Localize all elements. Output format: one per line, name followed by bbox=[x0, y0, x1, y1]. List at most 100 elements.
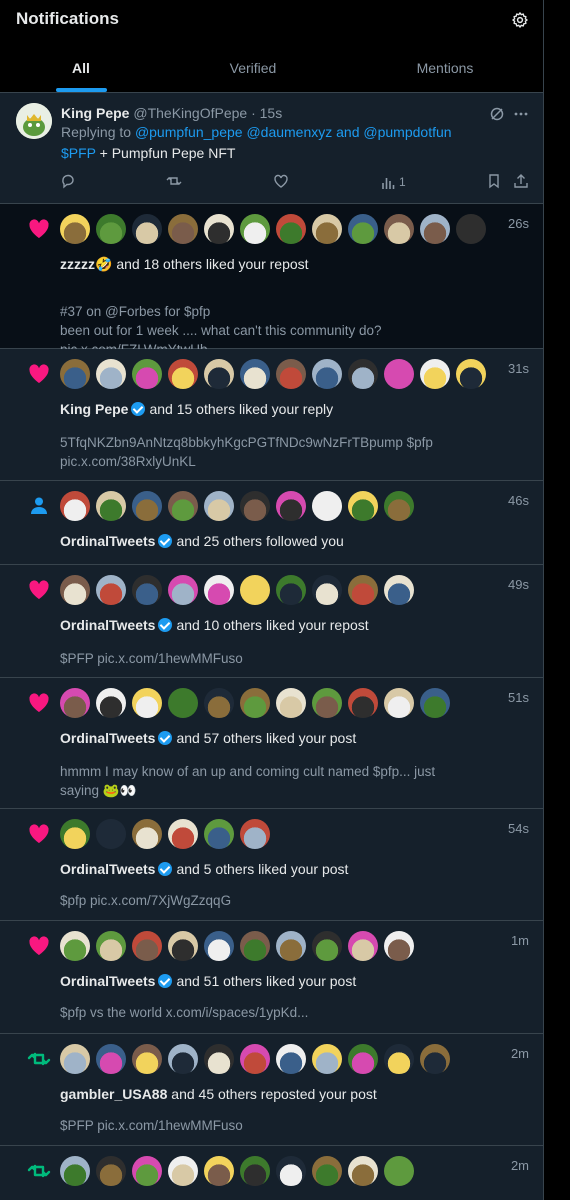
post-preview[interactable]: 5TfqNKZbn9AnNtzq8bbkyhKgcPGTfNDc9wNzFrTB… bbox=[60, 433, 520, 471]
avatar[interactable] bbox=[276, 575, 306, 605]
avatar[interactable] bbox=[384, 931, 414, 961]
actor-name[interactable]: OrdinalTweets bbox=[60, 617, 155, 633]
avatar[interactable] bbox=[456, 214, 486, 244]
avatar[interactable] bbox=[96, 1156, 126, 1186]
actor-name[interactable]: zzzzz🤣 bbox=[60, 256, 112, 272]
avatar[interactable] bbox=[168, 1156, 198, 1186]
avatar[interactable] bbox=[96, 819, 126, 849]
avatar[interactable] bbox=[96, 491, 126, 521]
avatar[interactable] bbox=[276, 1044, 306, 1074]
avatar[interactable] bbox=[132, 688, 162, 718]
avatar[interactable] bbox=[168, 575, 198, 605]
avatar[interactable] bbox=[132, 1156, 162, 1186]
avatar[interactable] bbox=[384, 214, 414, 244]
grok-icon[interactable] bbox=[489, 106, 505, 122]
avatar[interactable] bbox=[132, 491, 162, 521]
avatar[interactable] bbox=[276, 359, 306, 389]
avatar[interactable] bbox=[132, 575, 162, 605]
avatar[interactable] bbox=[204, 1156, 234, 1186]
author-name[interactable]: King Pepe bbox=[61, 105, 129, 121]
notification-row[interactable]: 49s OrdinalTweets and 10 others liked your… bbox=[0, 565, 543, 678]
avatar[interactable] bbox=[240, 575, 270, 605]
avatar[interactable] bbox=[168, 1044, 198, 1074]
notification-row[interactable]: 26s zzzzz🤣 and 18 others liked your repos… bbox=[0, 204, 543, 357]
like-icon[interactable] bbox=[273, 173, 289, 189]
avatar[interactable] bbox=[60, 214, 90, 244]
avatar[interactable] bbox=[348, 575, 378, 605]
avatar[interactable] bbox=[276, 1156, 306, 1186]
avatar[interactable] bbox=[60, 688, 90, 718]
replying-to-mentions[interactable]: @pumpfun_pepe @daumenxyz and @pumpdotfun bbox=[135, 124, 452, 140]
avatar[interactable] bbox=[312, 1156, 342, 1186]
tab-mentions[interactable]: Mentions bbox=[417, 60, 474, 76]
avatar[interactable] bbox=[96, 1044, 126, 1074]
avatar[interactable] bbox=[16, 103, 52, 139]
avatar[interactable] bbox=[276, 931, 306, 961]
avatar[interactable] bbox=[132, 1044, 162, 1074]
actor-name[interactable]: gambler_USA88 bbox=[60, 1086, 167, 1102]
avatar[interactable] bbox=[420, 688, 450, 718]
avatar[interactable] bbox=[204, 491, 234, 521]
avatar[interactable] bbox=[312, 491, 342, 521]
avatar[interactable] bbox=[240, 491, 270, 521]
avatar[interactable] bbox=[420, 1044, 450, 1074]
avatar[interactable] bbox=[168, 214, 198, 244]
avatar[interactable] bbox=[204, 575, 234, 605]
notification-row[interactable]: 2m bbox=[0, 1146, 543, 1200]
avatar[interactable] bbox=[60, 931, 90, 961]
avatar[interactable] bbox=[96, 688, 126, 718]
avatar[interactable] bbox=[132, 931, 162, 961]
avatar[interactable] bbox=[168, 931, 198, 961]
avatar[interactable] bbox=[60, 1044, 90, 1074]
avatar[interactable] bbox=[348, 931, 378, 961]
avatar[interactable] bbox=[96, 359, 126, 389]
avatar[interactable] bbox=[240, 214, 270, 244]
avatar[interactable] bbox=[348, 688, 378, 718]
settings-gear-icon[interactable] bbox=[511, 11, 529, 29]
avatar[interactable] bbox=[204, 359, 234, 389]
avatar[interactable] bbox=[420, 359, 450, 389]
avatar[interactable] bbox=[312, 931, 342, 961]
avatar[interactable] bbox=[384, 491, 414, 521]
bookmark-icon[interactable] bbox=[486, 173, 502, 189]
avatar[interactable] bbox=[204, 214, 234, 244]
avatar[interactable] bbox=[384, 575, 414, 605]
notification-row[interactable]: 51s OrdinalTweets and 57 others liked your… bbox=[0, 678, 543, 809]
tab-all[interactable]: All bbox=[72, 60, 90, 76]
avatar[interactable] bbox=[420, 214, 450, 244]
reply-icon[interactable] bbox=[60, 173, 76, 189]
avatar[interactable] bbox=[384, 1044, 414, 1074]
notification-row[interactable]: 46s OrdinalTweets and 25 others followed y… bbox=[0, 481, 543, 565]
actor-name[interactable]: OrdinalTweets bbox=[60, 730, 155, 746]
views-icon[interactable] bbox=[380, 175, 396, 191]
avatar[interactable] bbox=[132, 214, 162, 244]
avatar[interactable] bbox=[384, 688, 414, 718]
avatar[interactable] bbox=[168, 491, 198, 521]
avatar[interactable] bbox=[96, 214, 126, 244]
avatar[interactable] bbox=[348, 214, 378, 244]
avatar[interactable] bbox=[348, 491, 378, 521]
post-preview[interactable]: $PFP pic.x.com/1hewMMFuso bbox=[60, 649, 520, 668]
actor-name[interactable]: King Pepe bbox=[60, 401, 128, 417]
avatar[interactable] bbox=[168, 359, 198, 389]
avatar[interactable] bbox=[168, 688, 198, 718]
avatar[interactable] bbox=[348, 1156, 378, 1186]
avatar[interactable] bbox=[132, 819, 162, 849]
avatar[interactable] bbox=[384, 1156, 414, 1186]
post-preview[interactable]: hmmm I may know of an up and coming cult… bbox=[60, 762, 520, 800]
avatar[interactable] bbox=[60, 359, 90, 389]
avatar[interactable] bbox=[312, 359, 342, 389]
actor-name[interactable]: OrdinalTweets bbox=[60, 533, 155, 549]
avatar[interactable] bbox=[60, 491, 90, 521]
avatar[interactable] bbox=[348, 1044, 378, 1074]
reply-tweet[interactable]: King Pepe @TheKingOfPepe · 15s Replying … bbox=[0, 93, 543, 204]
share-icon[interactable] bbox=[513, 173, 529, 189]
avatar[interactable] bbox=[240, 931, 270, 961]
avatar[interactable] bbox=[132, 359, 162, 389]
tab-verified[interactable]: Verified bbox=[230, 60, 277, 76]
avatar[interactable] bbox=[348, 359, 378, 389]
avatar[interactable] bbox=[204, 931, 234, 961]
avatar[interactable] bbox=[240, 1156, 270, 1186]
avatar[interactable] bbox=[240, 359, 270, 389]
more-icon[interactable] bbox=[513, 106, 529, 122]
